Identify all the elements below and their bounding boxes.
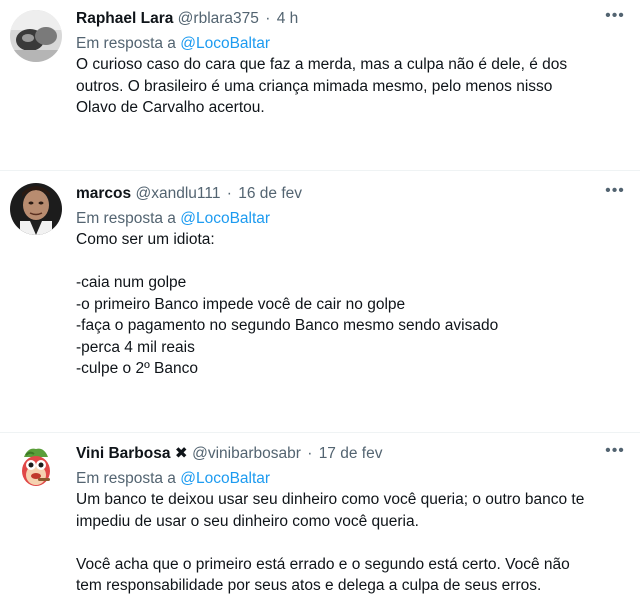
author-handle[interactable]: @vinibarbosabr bbox=[192, 445, 301, 462]
reply-prefix: Em resposta a bbox=[76, 470, 176, 487]
separator-dot: · bbox=[265, 10, 271, 27]
tweet-text-content: Como ser um idiota: -caia num golpe -o p… bbox=[76, 231, 499, 377]
reply-mention-link[interactable]: @LocoBaltar bbox=[180, 35, 270, 52]
avatar-image bbox=[10, 183, 62, 235]
reply-prefix: Em resposta a bbox=[76, 210, 176, 227]
reply-context: Em resposta a @LocoBaltar bbox=[76, 469, 626, 489]
tweet-card[interactable]: Vini Barbosa ✖ @vinibarbosabr · 17 de fe… bbox=[0, 433, 640, 613]
more-dots-icon[interactable]: ••• bbox=[604, 8, 626, 30]
tweet-header: marcos @xandlu111 · 16 de fev bbox=[76, 183, 626, 205]
tweet-text-content: Um banco te deixou usar seu dinheiro com… bbox=[76, 491, 585, 594]
tweet-text: O curioso caso do cara que faz a merda, … bbox=[76, 54, 626, 119]
more-dots-icon[interactable]: ••• bbox=[604, 443, 626, 465]
tweet-timestamp[interactable]: 4 h bbox=[277, 10, 299, 27]
tweet-header: Vini Barbosa ✖ @vinibarbosabr · 17 de fe… bbox=[76, 443, 626, 465]
author-handle[interactable]: @xandlu111 bbox=[135, 185, 220, 202]
tweet-header: Raphael Lara @rblara375 · 4 h bbox=[76, 8, 626, 30]
reply-context: Em resposta a @LocoBaltar bbox=[76, 34, 626, 54]
separator-dot: · bbox=[226, 185, 232, 202]
tweet-text: Um banco te deixou usar seu dinheiro com… bbox=[76, 489, 626, 597]
x-badge-icon: ✖ bbox=[174, 445, 188, 462]
reply-mention-link[interactable]: @LocoBaltar bbox=[180, 470, 270, 487]
author-name[interactable]: marcos bbox=[76, 185, 131, 202]
reply-mention-link[interactable]: @LocoBaltar bbox=[180, 210, 270, 227]
reply-context: Em resposta a @LocoBaltar bbox=[76, 209, 626, 229]
author-name[interactable]: Raphael Lara bbox=[76, 10, 173, 27]
tweet-text-content: O curioso caso do cara que faz a merda, … bbox=[76, 56, 568, 116]
tweet-card[interactable]: Raphael Lara @rblara375 · 4 h ••• Em res… bbox=[0, 0, 640, 171]
avatar[interactable] bbox=[10, 10, 62, 62]
author-name[interactable]: Vini Barbosa bbox=[76, 445, 170, 462]
tweet-card[interactable]: marcos @xandlu111 · 16 de fev ••• Em res… bbox=[0, 171, 640, 433]
more-dots-icon[interactable]: ••• bbox=[604, 183, 626, 205]
avatar-image bbox=[10, 10, 62, 62]
separator-dot: · bbox=[307, 445, 313, 462]
tweet-text: Como ser um idiota: -caia num golpe -o p… bbox=[76, 229, 626, 380]
tweet-timestamp[interactable]: 16 de fev bbox=[238, 185, 302, 202]
avatar[interactable] bbox=[10, 443, 62, 495]
avatar-image bbox=[10, 443, 62, 495]
reply-prefix: Em resposta a bbox=[76, 35, 176, 52]
tweet-timestamp[interactable]: 17 de fev bbox=[319, 445, 383, 462]
author-handle[interactable]: @rblara375 bbox=[178, 10, 259, 27]
avatar[interactable] bbox=[10, 183, 62, 235]
